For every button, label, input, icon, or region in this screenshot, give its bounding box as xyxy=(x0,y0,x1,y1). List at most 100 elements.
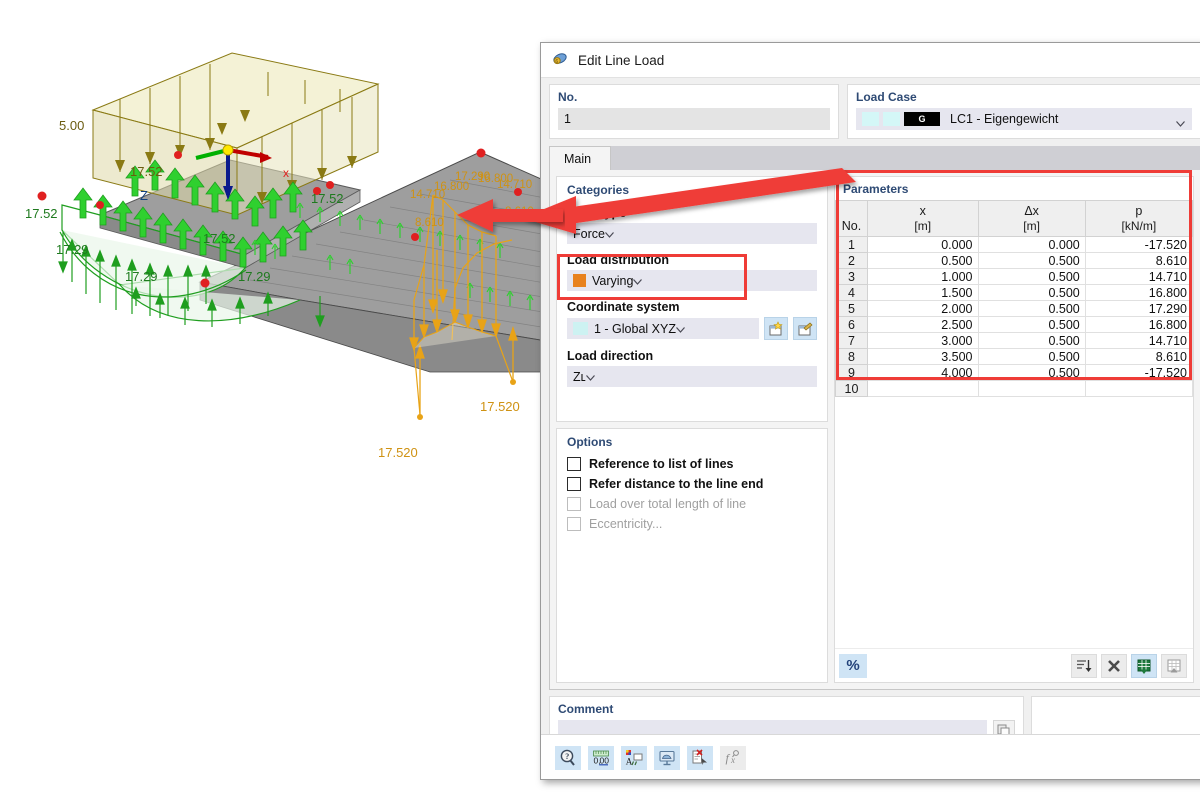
checkbox-icon[interactable] xyxy=(567,457,581,471)
import-table-icon[interactable] xyxy=(1131,654,1157,678)
cell-x[interactable]: 0.000 xyxy=(868,237,979,253)
cell-p[interactable]: -17.520 xyxy=(1085,237,1192,253)
cell-dx[interactable]: 0.500 xyxy=(978,317,1085,333)
percent-button[interactable]: % xyxy=(839,654,867,678)
cell-no: 5 xyxy=(836,301,868,317)
cell-x[interactable] xyxy=(868,381,979,397)
cell-dx[interactable]: 0.500 xyxy=(978,253,1085,269)
cell-no: 6 xyxy=(836,317,868,333)
table-row[interactable]: 83.5000.5008.610 xyxy=(836,349,1193,365)
cell-no: 3 xyxy=(836,269,868,285)
svg-text:17.52: 17.52 xyxy=(311,191,344,206)
col-header-p: p [kN/m] xyxy=(1085,201,1192,237)
table-row[interactable]: 73.0000.50014.710 xyxy=(836,333,1193,349)
display-properties-icon[interactable]: A xyxy=(621,746,647,770)
cell-p[interactable]: -17.520 xyxy=(1085,365,1192,381)
cell-p[interactable]: 17.290 xyxy=(1085,301,1192,317)
cell-x[interactable]: 1.000 xyxy=(868,269,979,285)
cell-x[interactable]: 3.500 xyxy=(868,349,979,365)
chevron-down-icon xyxy=(605,227,614,241)
load-direction-select[interactable]: Zʟ xyxy=(567,366,817,387)
load-distribution-value: Varying xyxy=(592,274,633,288)
table-row[interactable]: 52.0000.50017.290 xyxy=(836,301,1193,317)
new-coordinate-system-icon[interactable] xyxy=(764,317,788,340)
cell-p[interactable] xyxy=(1085,381,1192,397)
table-row[interactable]: 94.0000.500-17.520 xyxy=(836,365,1193,381)
svg-text:17.52: 17.52 xyxy=(203,231,236,246)
help-info-icon[interactable]: ? xyxy=(555,746,581,770)
cell-x[interactable]: 2.500 xyxy=(868,317,979,333)
load-case-color-swatch-2 xyxy=(883,112,900,126)
table-row[interactable]: 31.0000.50014.710 xyxy=(836,269,1193,285)
load-case-label: Load Case xyxy=(856,90,1192,104)
option-label: Reference to list of lines xyxy=(589,457,733,471)
cell-dx[interactable]: 0.500 xyxy=(978,285,1085,301)
table-row[interactable]: 62.5000.50016.800 xyxy=(836,317,1193,333)
cell-dx[interactable] xyxy=(978,381,1085,397)
cell-dx[interactable]: 0.500 xyxy=(978,269,1085,285)
tab-strip: Main xyxy=(549,146,1200,170)
cell-dx[interactable]: 0.000 xyxy=(978,237,1085,253)
checkbox-icon[interactable] xyxy=(567,477,581,491)
edit-coordinate-system-icon[interactable] xyxy=(793,317,817,340)
coordinate-system-select[interactable]: 1 - Global XYZ xyxy=(567,318,759,339)
dialog-title: Edit Line Load xyxy=(578,53,664,68)
cell-no: 4 xyxy=(836,285,868,301)
cell-p[interactable]: 8.610 xyxy=(1085,253,1192,269)
load-distribution-select[interactable]: Varying xyxy=(567,270,817,291)
cell-dx[interactable]: 0.500 xyxy=(978,349,1085,365)
svg-text:Z: Z xyxy=(140,188,148,203)
cell-dx[interactable]: 0.500 xyxy=(978,301,1085,317)
cell-x[interactable]: 1.500 xyxy=(868,285,979,301)
chevron-down-icon xyxy=(586,370,595,384)
parameters-table[interactable]: No. x [m] Δx [m] xyxy=(835,200,1193,397)
cell-dx[interactable]: 0.500 xyxy=(978,365,1085,381)
cell-p[interactable]: 16.800 xyxy=(1085,285,1192,301)
chevron-down-icon xyxy=(676,322,685,336)
tab-content-main: Categories Load type Force Load distribu… xyxy=(549,170,1200,690)
sort-descending-icon[interactable] xyxy=(1071,654,1097,678)
table-row[interactable]: 10.0000.000-17.520 xyxy=(836,237,1193,253)
checkbox-icon xyxy=(567,517,581,531)
cell-x[interactable]: 3.000 xyxy=(868,333,979,349)
cell-no: 1 xyxy=(836,237,868,253)
export-table-icon[interactable] xyxy=(1161,654,1187,678)
cell-x[interactable]: 4.000 xyxy=(868,365,979,381)
cell-x[interactable]: 0.500 xyxy=(868,253,979,269)
table-row[interactable]: 41.5000.50016.800 xyxy=(836,285,1193,301)
load-direction-value: Zʟ xyxy=(573,370,586,384)
coordinate-system-swatch xyxy=(573,322,588,335)
checkbox-icon xyxy=(567,497,581,511)
decimal-places-icon[interactable]: 0, 00 xyxy=(588,746,614,770)
svg-text:5.00: 5.00 xyxy=(59,118,84,133)
option-refer-distance-to-line-end[interactable]: Refer distance to the line end xyxy=(567,477,817,491)
cell-p[interactable]: 8.610 xyxy=(1085,349,1192,365)
svg-text:17.52: 17.52 xyxy=(25,206,58,221)
load-distribution-swatch xyxy=(573,274,586,287)
cell-p[interactable]: 14.710 xyxy=(1085,269,1192,285)
delete-x-icon[interactable] xyxy=(1101,654,1127,678)
cell-p[interactable]: 16.800 xyxy=(1085,317,1192,333)
table-row[interactable]: 20.5000.5008.610 xyxy=(836,253,1193,269)
model-viewport[interactable]: x 5.00 17.52 Z 17.52 17.52 17.52 17.29 1… xyxy=(0,0,600,800)
no-label: No. xyxy=(558,90,830,104)
tab-main[interactable]: Main xyxy=(549,146,611,170)
option-reference-to-list-of-lines[interactable]: Reference to list of lines xyxy=(567,457,817,471)
dialog-titlebar[interactable]: 6 Edit Line Load xyxy=(541,43,1200,78)
no-input[interactable]: 1 xyxy=(558,108,830,130)
cell-x[interactable]: 2.000 xyxy=(868,301,979,317)
cell-dx[interactable]: 0.500 xyxy=(978,333,1085,349)
load-direction-label: Load direction xyxy=(567,349,817,363)
option-label: Load over total length of line xyxy=(589,497,746,511)
option-eccentricity: Eccentricity... xyxy=(567,517,817,531)
svg-text:17.520: 17.520 xyxy=(378,445,418,460)
table-row[interactable]: 10 xyxy=(836,381,1193,397)
coordinate-system-value: 1 - Global XYZ xyxy=(594,322,676,336)
option-label: Eccentricity... xyxy=(589,517,662,531)
table-empty-area xyxy=(835,397,1193,648)
visualization-icon[interactable] xyxy=(654,746,680,770)
cell-p[interactable]: 14.710 xyxy=(1085,333,1192,349)
delete-load-icon[interactable] xyxy=(687,746,713,770)
load-case-select[interactable]: G LC1 - Eigengewicht xyxy=(856,108,1192,130)
load-type-select[interactable]: Force xyxy=(567,223,817,244)
